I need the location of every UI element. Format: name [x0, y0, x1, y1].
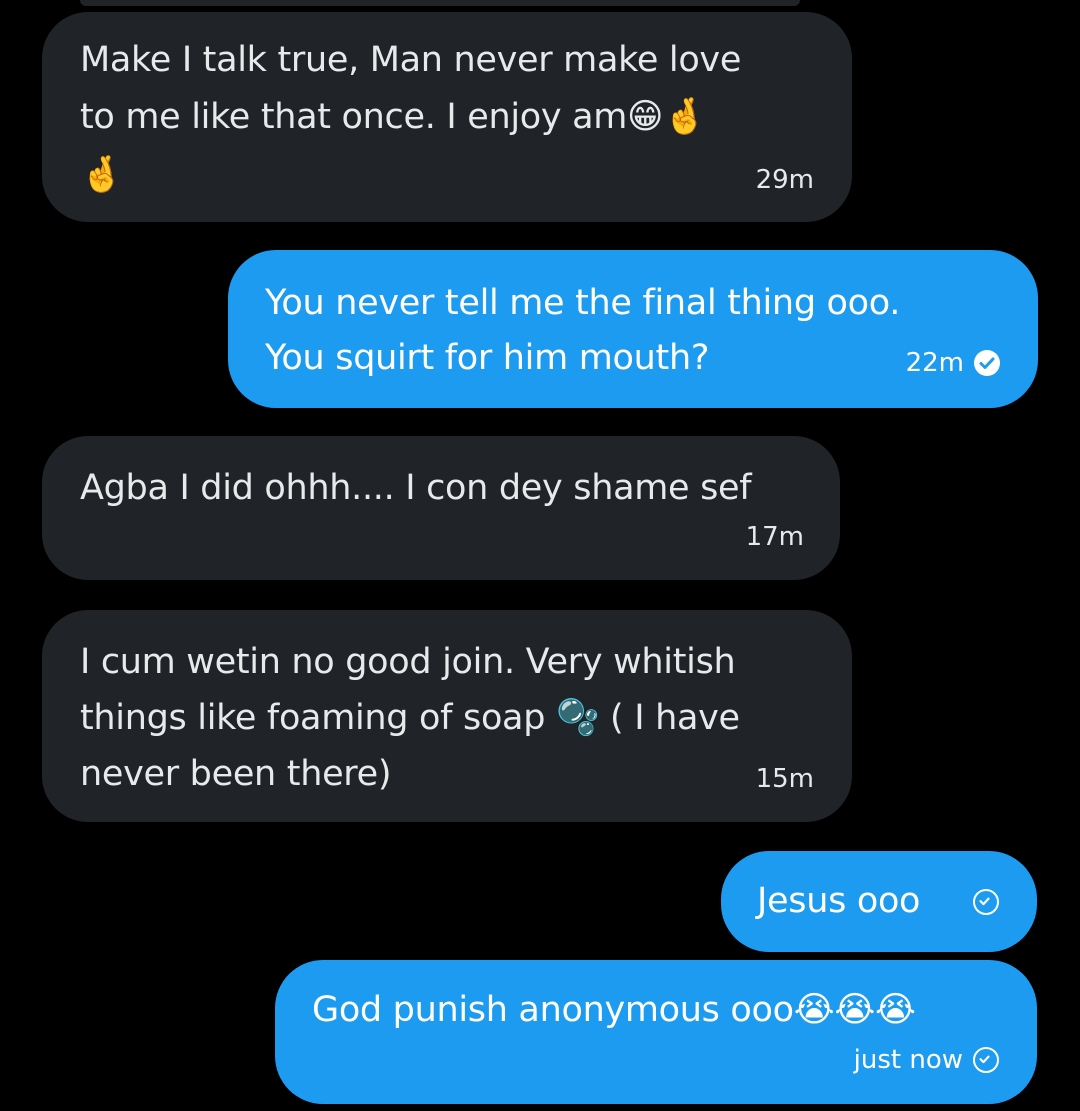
message-meta: 29m — [756, 165, 814, 195]
message-text-line: I cum wetin no good join. Very whitish — [80, 642, 736, 682]
outgoing-message-bubble[interactable]: God punish anonymous ooo😭😭😭 just now — [275, 960, 1037, 1104]
message-text-line: Jesus ooo — [757, 881, 921, 921]
incoming-message-bubble[interactable]: Agba I did ohhh.... I con dey shame sef … — [42, 436, 840, 580]
seen-check-icon — [974, 350, 1000, 376]
message-text-line: God punish anonymous ooo😭😭😭 — [312, 990, 916, 1030]
message-meta: 15m — [756, 764, 814, 794]
incoming-message-bubble[interactable]: I cum wetin no good join. Very whitish t… — [42, 610, 852, 822]
message-text-line: 🤞 — [80, 155, 124, 195]
outgoing-message-bubble[interactable]: You never tell me the final thing ooo. Y… — [228, 250, 1038, 408]
message-text-line: Make I talk true, Man never make love — [80, 40, 742, 80]
sent-check-icon — [973, 1047, 999, 1073]
incoming-message-bubble[interactable]: Make I talk true, Man never make love to… — [42, 12, 852, 222]
message-text-line: You never tell me the final thing ooo. — [265, 283, 901, 323]
message-timestamp: 29m — [755, 165, 814, 195]
message-timestamp: 22m — [905, 348, 964, 378]
message-text-line: never been there) — [80, 754, 392, 794]
sent-check-icon — [973, 889, 999, 915]
message-meta: 22m — [906, 348, 1000, 378]
message-timestamp: 15m — [755, 764, 814, 794]
message-meta: 17m — [746, 522, 804, 552]
message-text-line: You squirt for him mouth? — [265, 338, 710, 378]
message-meta: just now — [854, 1045, 999, 1075]
message-timestamp: 17m — [745, 522, 804, 552]
outgoing-message-bubble[interactable]: Jesus ooo — [721, 851, 1037, 952]
message-meta — [973, 889, 999, 915]
message-timestamp: just now — [853, 1045, 963, 1075]
previous-message-bubble-edge — [80, 0, 800, 6]
message-text-line: things like foaming of soap 🫧 ( I have — [80, 698, 740, 738]
message-text-line: Agba I did ohhh.... I con dey shame sef — [80, 468, 752, 508]
message-text-line: to me like that once. I enjoy am😁🤞 — [80, 97, 707, 137]
